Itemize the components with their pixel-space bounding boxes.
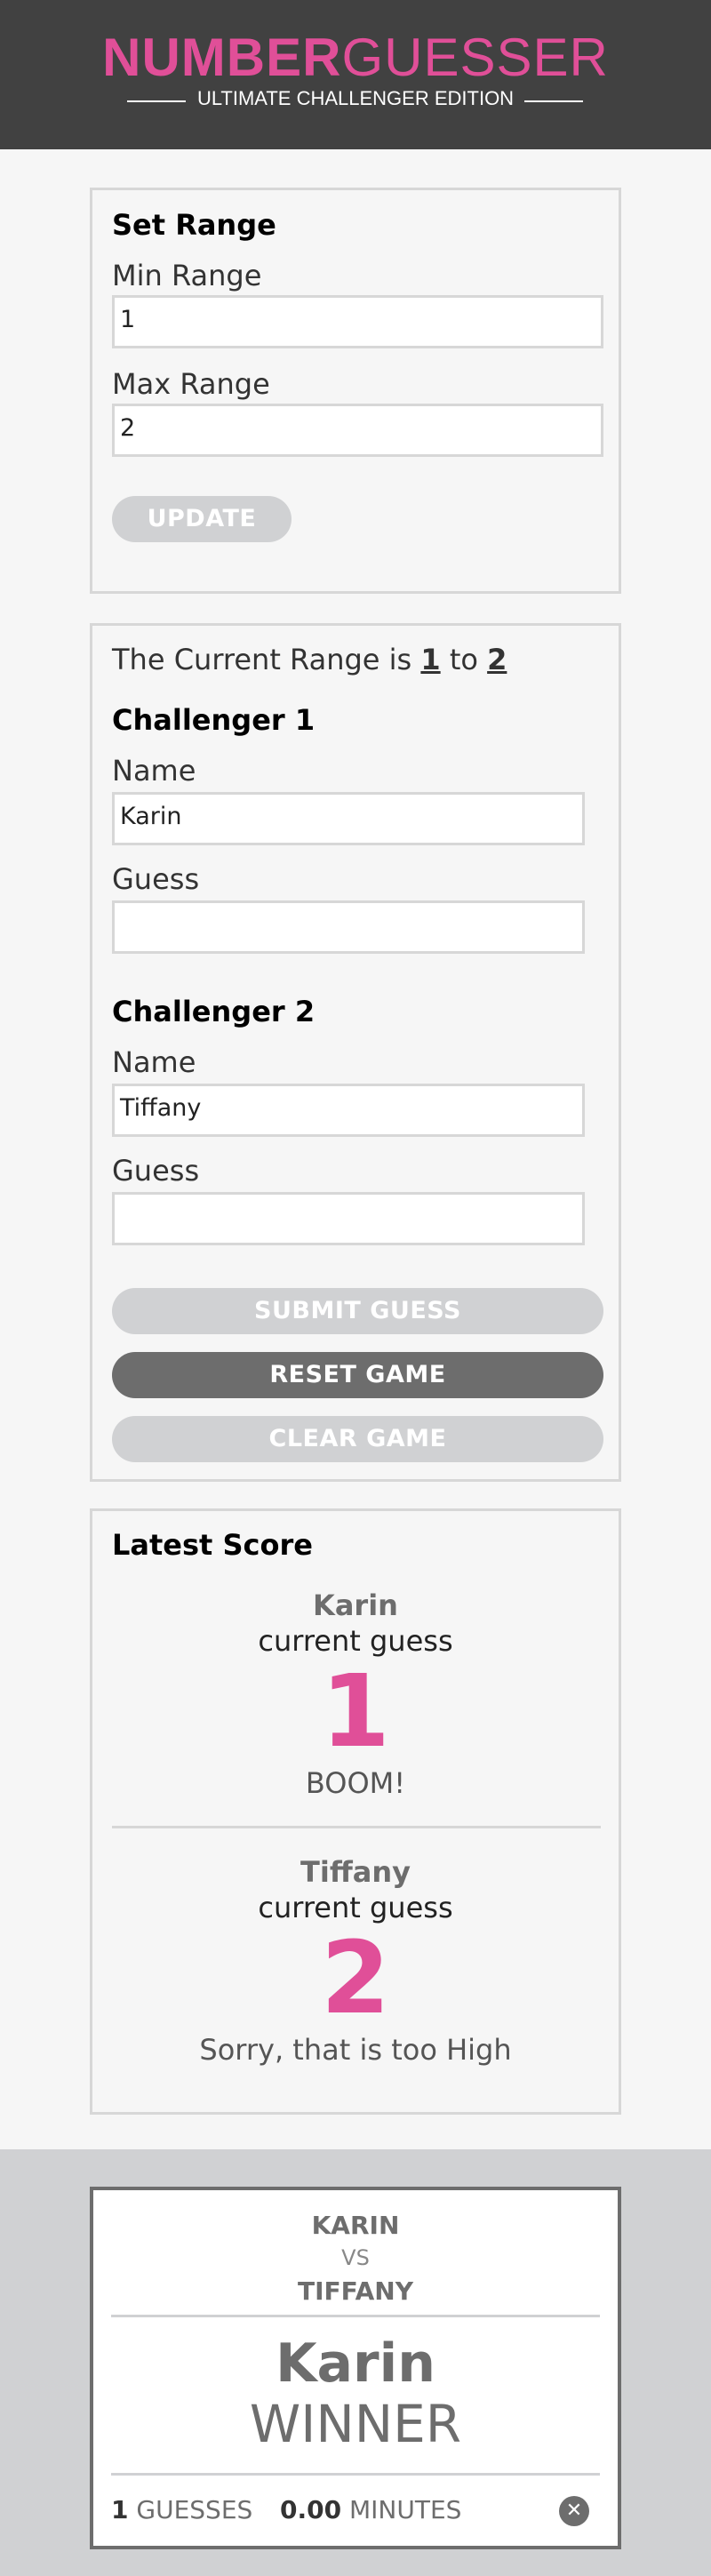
- app-subtitle: ULTIMATE CHALLENGER EDITION: [196, 87, 515, 109]
- submit-guess-button[interactable]: SUBMIT GUESS: [112, 1288, 603, 1334]
- set-range-title: Set Range: [112, 208, 276, 242]
- challenger2-guess-input[interactable]: [112, 1192, 585, 1245]
- score-divider: [112, 1826, 601, 1828]
- winner-name: Karin: [276, 2332, 435, 2395]
- challenger2-guess-label: Guess: [112, 1154, 200, 1188]
- latest-score-card: Latest Score Karin current guess 1 BOOM!…: [90, 1508, 621, 2115]
- score-player-name: Tiffany: [300, 1855, 411, 1889]
- winner-card: KARIN VS TIFFANY Karin WINNER 1 GUESSES …: [90, 2187, 621, 2549]
- score-guess-number: 2: [321, 1921, 390, 2036]
- logo-bold-text: NUMBER: [102, 28, 342, 87]
- challenger2-title: Challenger 2: [112, 995, 316, 1028]
- score-caption: current guess: [258, 1624, 453, 1658]
- challenger1-guess-label: Guess: [112, 862, 200, 896]
- clear-game-button[interactable]: CLEAR GAME: [112, 1416, 603, 1462]
- challenger2-name-label: Name: [112, 1045, 196, 1079]
- set-range-card: Set Range Min Range 1 Max Range 2 UPDATE: [90, 188, 621, 594]
- latest-score-title: Latest Score: [112, 1528, 313, 1562]
- winner-player2: TIFFANY: [298, 2276, 413, 2306]
- update-button[interactable]: UPDATE: [112, 496, 292, 542]
- score-entry-2: Tiffany current guess 2 Sorry, that is t…: [92, 1854, 619, 2068]
- guesses-count: 1: [111, 2495, 129, 2524]
- range-min-value: 1: [420, 643, 441, 676]
- app-header: NUMBERGUESSER ULTIMATE CHALLENGER EDITIO…: [0, 0, 711, 149]
- logo-light-text: GUESSER: [341, 28, 609, 87]
- guesses-stat: 1 GUESSES: [111, 2494, 252, 2526]
- min-range-label: Min Range: [112, 259, 262, 292]
- close-icon[interactable]: ✕: [559, 2496, 589, 2526]
- winner-divider-bottom: [111, 2473, 600, 2476]
- reset-game-button[interactable]: RESET GAME: [112, 1352, 603, 1398]
- challenger1-guess-input[interactable]: [112, 900, 585, 954]
- score-player-name: Karin: [313, 1588, 398, 1622]
- winner-player1: KARIN: [311, 2211, 400, 2240]
- score-guess-number: 1: [321, 1654, 390, 1770]
- challenger1-title: Challenger 1: [112, 703, 316, 737]
- challenger1-name-label: Name: [112, 754, 196, 788]
- score-entry-1: Karin current guess 1 BOOM!: [92, 1588, 619, 1801]
- challenger2-name-input[interactable]: Tiffany: [112, 1084, 585, 1137]
- minutes-label: MINUTES: [349, 2495, 462, 2524]
- min-range-input[interactable]: 1: [112, 295, 603, 348]
- winner-label: WINNER: [249, 2394, 462, 2454]
- range-to: to: [449, 643, 478, 676]
- score-caption: current guess: [258, 1891, 453, 1924]
- minutes-count: 0.00: [280, 2495, 342, 2524]
- game-card: The Current Range is 1 to 2 Challenger 1…: [90, 623, 621, 1482]
- current-range-text: The Current Range is 1 to 2: [112, 642, 507, 677]
- score-message: BOOM!: [305, 1766, 406, 1800]
- winner-vs: VS: [341, 2245, 370, 2270]
- range-max-value: 2: [487, 643, 507, 676]
- minutes-stat: 0.00 MINUTES: [280, 2494, 461, 2526]
- subtitle-rule-right: [524, 100, 583, 102]
- score-message: Sorry, that is too High: [199, 2033, 512, 2067]
- winner-divider-top: [111, 2315, 600, 2317]
- max-range-input[interactable]: 2: [112, 404, 603, 457]
- app-logo: NUMBERGUESSER: [0, 27, 711, 89]
- guesses-label: GUESSES: [136, 2495, 253, 2524]
- range-prefix: The Current Range is: [112, 643, 412, 676]
- challenger1-name-input[interactable]: Karin: [112, 792, 585, 845]
- max-range-label: Max Range: [112, 367, 270, 401]
